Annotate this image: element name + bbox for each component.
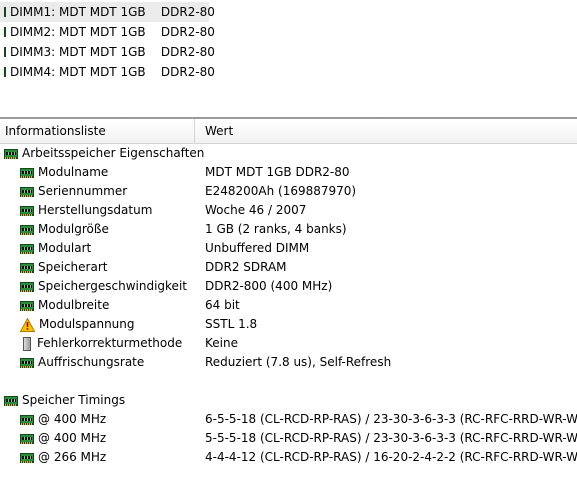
property-label: Modulbreite: [38, 298, 110, 312]
timing-label: @ 266 MHz: [38, 450, 107, 464]
list-item[interactable]: Modulart Unbuffered DIMM: [0, 239, 577, 258]
list-header: Informationsliste Wert: [0, 119, 577, 144]
section-title: Arbeitsspeicher Eigenschaften: [22, 146, 205, 160]
ram-module-icon: [4, 7, 6, 17]
dimm-item-2[interactable]: DIMM2: MDT MDT 1GB DDR2-80: [0, 22, 215, 42]
property-label: Herstellungsdatum: [38, 203, 153, 217]
list-item[interactable]: Auffrischungsrate Reduziert (7.8 us), Se…: [0, 353, 577, 372]
property-label: Modulart: [38, 241, 92, 255]
timing-value: 6-5-5-18 (CL-RCD-RP-RAS) / 23-30-3-6-3-3…: [205, 412, 577, 426]
property-value: DDR2 SDRAM: [205, 260, 287, 274]
section-header-timings[interactable]: Speicher Timings: [0, 391, 577, 410]
property-label: Modulspannung: [39, 317, 135, 331]
dimm-item-1[interactable]: DIMM1: MDT MDT 1GB DDR2-80: [0, 2, 215, 22]
ram-module-icon: [20, 281, 34, 292]
ram-module-icon: [4, 148, 18, 159]
ram-module-icon: [20, 262, 34, 273]
timing-value: 5-5-5-18 (CL-RCD-RP-RAS) / 23-30-3-6-3-3…: [205, 431, 577, 445]
list-item[interactable]: Speicherart DDR2 SDRAM: [0, 258, 577, 277]
section-header-memory[interactable]: Arbeitsspeicher Eigenschaften: [0, 144, 577, 163]
property-value: DDR2-800 (400 MHz): [205, 279, 333, 293]
list-item[interactable]: Modulgröße 1 GB (2 ranks, 4 banks): [0, 220, 577, 239]
property-value: E248200Ah (169887970): [205, 184, 357, 198]
timing-label: @ 400 MHz: [38, 412, 107, 426]
ram-module-icon: [20, 433, 34, 444]
property-value: SSTL 1.8: [205, 317, 258, 331]
dimm-item-label: DIMM3: MDT MDT 1GB DDR2-80: [10, 45, 215, 59]
property-value: MDT MDT 1GB DDR2-80: [205, 165, 350, 179]
ram-module-icon: [4, 67, 6, 77]
details-list: Arbeitsspeicher Eigenschaften Modulname …: [0, 144, 577, 467]
timing-label: @ 400 MHz: [38, 431, 107, 445]
list-item[interactable]: @ 266 MHz 4-4-4-12 (CL-RCD-RP-RAS) / 16-…: [0, 448, 577, 467]
list-item[interactable]: Speichergeschwindigkeit DDR2-800 (400 MH…: [0, 277, 577, 296]
ram-module-icon: [20, 357, 34, 368]
timing-value: 4-4-4-12 (CL-RCD-RP-RAS) / 16-20-2-4-2-2…: [205, 450, 577, 464]
section-title: Speicher Timings: [22, 393, 126, 407]
column-header-value[interactable]: Wert: [200, 119, 233, 143]
ram-module-icon: [20, 452, 34, 463]
property-label: Fehlerkorrekturmethode: [37, 336, 183, 350]
list-item[interactable]: Modulname MDT MDT 1GB DDR2-80: [0, 163, 577, 182]
ram-module-icon: [4, 47, 6, 57]
property-label: Modulname: [38, 165, 109, 179]
dimm-item-3[interactable]: DIMM3: MDT MDT 1GB DDR2-80: [0, 42, 215, 62]
ram-module-icon: [20, 167, 34, 178]
property-value: Woche 46 / 2007: [205, 203, 307, 217]
dimm-item-4[interactable]: DIMM4: MDT MDT 1GB DDR2-80: [0, 62, 215, 82]
property-label: Seriennummer: [38, 184, 128, 198]
ram-module-icon: [20, 300, 34, 311]
dimm-item-label: DIMM2: MDT MDT 1GB DDR2-80: [10, 25, 215, 39]
ram-module-icon: [4, 395, 18, 406]
property-label: Auffrischungsrate: [38, 355, 145, 369]
property-label: Modulgröße: [38, 222, 109, 236]
property-value: Unbuffered DIMM: [205, 241, 310, 255]
property-label: Speicherart: [38, 260, 108, 274]
property-value: 1 GB (2 ranks, 4 banks): [205, 222, 347, 236]
ram-module-icon: [20, 243, 34, 254]
property-value: 64 bit: [205, 298, 240, 312]
ram-module-icon: [4, 27, 6, 37]
chip-icon: [23, 336, 31, 351]
ram-module-icon: [20, 205, 34, 216]
ram-module-icon: [20, 224, 34, 235]
property-label: Speichergeschwindigkeit: [38, 279, 187, 293]
list-item[interactable]: Fehlerkorrekturmethode Keine: [0, 334, 577, 353]
list-item[interactable]: @ 400 MHz 6-5-5-18 (CL-RCD-RP-RAS) / 23-…: [0, 410, 577, 429]
dimm-item-label: DIMM1: MDT MDT 1GB DDR2-80: [10, 5, 215, 19]
dimm-item-label: DIMM4: MDT MDT 1GB DDR2-80: [10, 65, 215, 79]
list-item[interactable]: Modulbreite 64 bit: [0, 296, 577, 315]
warning-icon: [20, 317, 35, 332]
property-value: Reduziert (7.8 us), Self-Refresh: [205, 355, 392, 369]
list-item[interactable]: Herstellungsdatum Woche 46 / 2007: [0, 201, 577, 220]
list-item[interactable]: Seriennummer E248200Ah (169887970): [0, 182, 577, 201]
list-item[interactable]: @ 400 MHz 5-5-5-18 (CL-RCD-RP-RAS) / 23-…: [0, 429, 577, 448]
dimm-list[interactable]: DIMM1: MDT MDT 1GB DDR2-80 DIMM2: MDT MD…: [0, 2, 577, 82]
list-item[interactable]: Modulspannung SSTL 1.8: [0, 315, 577, 334]
property-value: Keine: [205, 336, 238, 350]
column-header-field[interactable]: Informationsliste: [0, 119, 195, 143]
ram-module-icon: [20, 414, 34, 425]
ram-module-icon: [20, 186, 34, 197]
